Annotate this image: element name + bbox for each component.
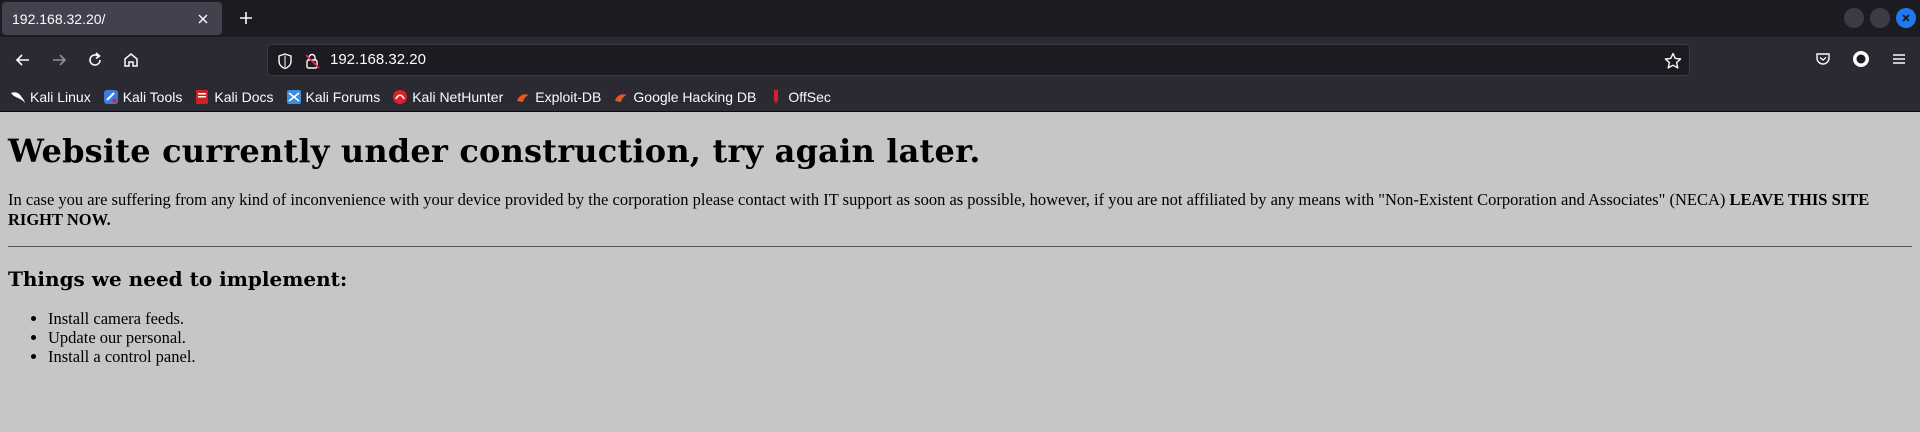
forward-button[interactable] — [47, 48, 71, 72]
bookmark-exploit-db[interactable]: Exploit-DB — [515, 89, 601, 105]
navigation-toolbar: 192.168.32.20 — [0, 37, 1920, 82]
home-button[interactable] — [119, 48, 143, 72]
bookmark-label: Exploit-DB — [535, 88, 602, 105]
hamburger-menu-icon[interactable] — [1888, 48, 1910, 70]
list-item: Install camera feeds. — [48, 309, 1912, 328]
section-heading: Things we need to implement: — [8, 266, 348, 291]
page-heading: Website currently under construction, tr… — [8, 132, 981, 170]
address-bar[interactable]: 192.168.32.20 — [267, 44, 1690, 76]
url-text[interactable]: 192.168.32.20 — [330, 51, 426, 68]
reload-button[interactable] — [83, 48, 107, 72]
tab-title: 192.168.32.20/ — [12, 10, 106, 27]
pocket-icon[interactable] — [1812, 48, 1834, 70]
bookmark-offsec[interactable]: OffSec — [768, 89, 831, 105]
bookmark-kali-nethunter[interactable]: Kali NetHunter — [392, 89, 503, 105]
forward-arrow-icon — [53, 54, 67, 66]
bookmark-star-icon[interactable] — [1663, 51, 1683, 71]
intro-text: In case you are suffering from any kind … — [8, 189, 1726, 209]
tab-strip: 192.168.32.20/ — [0, 0, 1920, 37]
toolbar-right-icons — [1812, 48, 1910, 70]
intro-paragraph: In case you are suffering from any kind … — [8, 190, 1912, 230]
back-arrow-icon — [15, 54, 29, 66]
bookmark-label: Kali Forums — [305, 88, 381, 105]
bookmark-google-hacking-db[interactable]: Google Hacking DB — [613, 89, 756, 105]
maximize-button[interactable] — [1870, 8, 1890, 28]
tracking-protection-shield-icon[interactable] — [276, 52, 294, 70]
bookmark-label: Google Hacking DB — [633, 88, 757, 105]
kali-docs-icon — [196, 89, 209, 104]
account-icon[interactable] — [1850, 48, 1872, 70]
list-item: Update our personal. — [48, 328, 1912, 347]
kali-tools-icon — [103, 89, 118, 104]
exploit-db-icon — [517, 93, 530, 102]
kali-forums-icon — [286, 89, 301, 104]
close-tab-icon[interactable] — [194, 10, 212, 28]
insecure-lock-icon[interactable] — [303, 52, 321, 70]
back-button[interactable] — [11, 48, 35, 72]
bookmark-label: Kali NetHunter — [412, 88, 504, 105]
bookmark-label: OffSec — [788, 88, 831, 105]
bookmark-label: Kali Docs — [214, 88, 274, 105]
window-controls — [1844, 8, 1916, 29]
reload-icon — [89, 52, 101, 66]
close-window-button[interactable] — [1896, 8, 1916, 28]
kali-dragon-icon — [11, 91, 25, 103]
divider — [8, 245, 1912, 247]
browser-tab[interactable]: 192.168.32.20/ — [2, 2, 222, 35]
offsec-icon — [774, 89, 779, 104]
page-content: Website currently under construction, tr… — [0, 112, 1920, 432]
new-tab-icon[interactable] — [236, 8, 256, 28]
bookmarks-toolbar: Kali Linux Kali Tools Kali Docs Kali For… — [0, 82, 1920, 112]
bookmark-kali-forums[interactable]: Kali Forums — [286, 88, 381, 105]
bookmark-kali-linux[interactable]: Kali Linux — [10, 89, 91, 105]
list-item: Install a control panel. — [48, 347, 1912, 366]
home-icon — [124, 53, 138, 67]
bookmark-kali-tools[interactable]: Kali Tools — [103, 88, 183, 105]
todo-list: Install camera feeds. Update our persona… — [8, 309, 1912, 366]
bookmark-label: Kali Tools — [122, 88, 183, 105]
ghdb-icon — [615, 93, 628, 102]
bookmark-kali-docs[interactable]: Kali Docs — [194, 88, 274, 105]
bookmark-label: Kali Linux — [30, 88, 91, 105]
nethunter-icon — [393, 89, 408, 104]
minimize-button[interactable] — [1844, 8, 1864, 28]
